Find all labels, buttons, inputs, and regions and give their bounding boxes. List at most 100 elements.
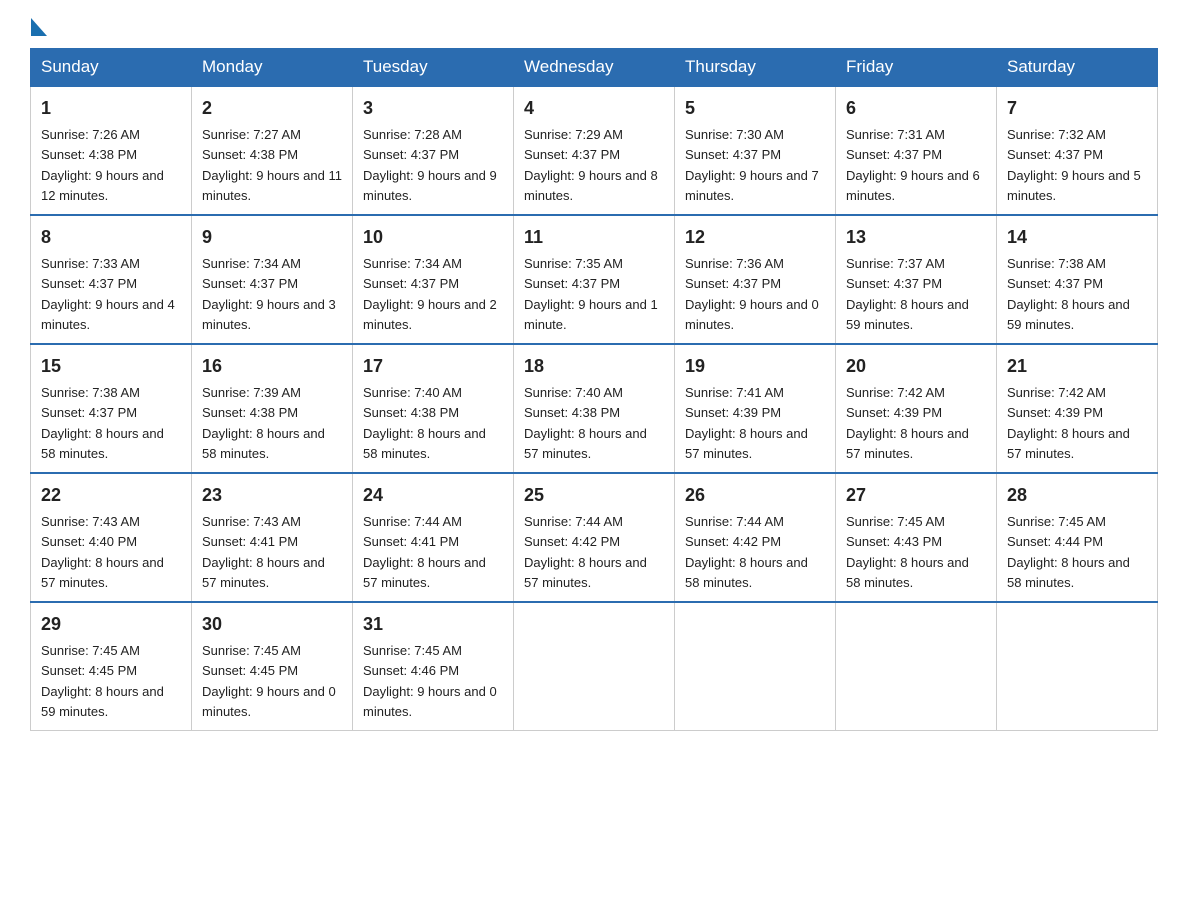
calendar-cell: 10 Sunrise: 7:34 AMSunset: 4:37 PMDaylig… xyxy=(353,215,514,344)
calendar-table: SundayMondayTuesdayWednesdayThursdayFrid… xyxy=(30,48,1158,731)
weekday-header-wednesday: Wednesday xyxy=(514,49,675,87)
day-info: Sunrise: 7:45 AMSunset: 4:44 PMDaylight:… xyxy=(1007,514,1130,590)
day-number: 27 xyxy=(846,482,986,509)
day-info: Sunrise: 7:33 AMSunset: 4:37 PMDaylight:… xyxy=(41,256,175,332)
day-info: Sunrise: 7:29 AMSunset: 4:37 PMDaylight:… xyxy=(524,127,658,203)
day-number: 26 xyxy=(685,482,825,509)
calendar-week-row: 8 Sunrise: 7:33 AMSunset: 4:37 PMDayligh… xyxy=(31,215,1158,344)
calendar-cell: 1 Sunrise: 7:26 AMSunset: 4:38 PMDayligh… xyxy=(31,86,192,215)
day-info: Sunrise: 7:44 AMSunset: 4:42 PMDaylight:… xyxy=(685,514,808,590)
page-header xyxy=(30,20,1158,38)
calendar-cell xyxy=(997,602,1158,731)
day-info: Sunrise: 7:42 AMSunset: 4:39 PMDaylight:… xyxy=(846,385,969,461)
weekday-header-row: SundayMondayTuesdayWednesdayThursdayFrid… xyxy=(31,49,1158,87)
calendar-cell: 16 Sunrise: 7:39 AMSunset: 4:38 PMDaylig… xyxy=(192,344,353,473)
day-number: 5 xyxy=(685,95,825,122)
day-info: Sunrise: 7:27 AMSunset: 4:38 PMDaylight:… xyxy=(202,127,342,203)
day-number: 18 xyxy=(524,353,664,380)
calendar-cell: 21 Sunrise: 7:42 AMSunset: 4:39 PMDaylig… xyxy=(997,344,1158,473)
day-info: Sunrise: 7:45 AMSunset: 4:46 PMDaylight:… xyxy=(363,643,497,719)
day-info: Sunrise: 7:45 AMSunset: 4:43 PMDaylight:… xyxy=(846,514,969,590)
day-number: 8 xyxy=(41,224,181,251)
calendar-cell: 4 Sunrise: 7:29 AMSunset: 4:37 PMDayligh… xyxy=(514,86,675,215)
day-info: Sunrise: 7:34 AMSunset: 4:37 PMDaylight:… xyxy=(202,256,336,332)
day-number: 30 xyxy=(202,611,342,638)
day-number: 28 xyxy=(1007,482,1147,509)
day-number: 31 xyxy=(363,611,503,638)
day-info: Sunrise: 7:38 AMSunset: 4:37 PMDaylight:… xyxy=(1007,256,1130,332)
day-info: Sunrise: 7:44 AMSunset: 4:42 PMDaylight:… xyxy=(524,514,647,590)
calendar-week-row: 29 Sunrise: 7:45 AMSunset: 4:45 PMDaylig… xyxy=(31,602,1158,731)
day-info: Sunrise: 7:40 AMSunset: 4:38 PMDaylight:… xyxy=(524,385,647,461)
day-info: Sunrise: 7:45 AMSunset: 4:45 PMDaylight:… xyxy=(41,643,164,719)
calendar-cell: 14 Sunrise: 7:38 AMSunset: 4:37 PMDaylig… xyxy=(997,215,1158,344)
calendar-week-row: 15 Sunrise: 7:38 AMSunset: 4:37 PMDaylig… xyxy=(31,344,1158,473)
day-number: 20 xyxy=(846,353,986,380)
calendar-cell xyxy=(514,602,675,731)
calendar-cell: 28 Sunrise: 7:45 AMSunset: 4:44 PMDaylig… xyxy=(997,473,1158,602)
day-number: 12 xyxy=(685,224,825,251)
calendar-cell: 6 Sunrise: 7:31 AMSunset: 4:37 PMDayligh… xyxy=(836,86,997,215)
calendar-cell: 20 Sunrise: 7:42 AMSunset: 4:39 PMDaylig… xyxy=(836,344,997,473)
calendar-cell: 26 Sunrise: 7:44 AMSunset: 4:42 PMDaylig… xyxy=(675,473,836,602)
day-number: 15 xyxy=(41,353,181,380)
day-info: Sunrise: 7:28 AMSunset: 4:37 PMDaylight:… xyxy=(363,127,497,203)
calendar-cell: 8 Sunrise: 7:33 AMSunset: 4:37 PMDayligh… xyxy=(31,215,192,344)
logo xyxy=(30,20,47,38)
calendar-cell: 3 Sunrise: 7:28 AMSunset: 4:37 PMDayligh… xyxy=(353,86,514,215)
calendar-cell: 12 Sunrise: 7:36 AMSunset: 4:37 PMDaylig… xyxy=(675,215,836,344)
weekday-header-saturday: Saturday xyxy=(997,49,1158,87)
day-number: 13 xyxy=(846,224,986,251)
day-info: Sunrise: 7:34 AMSunset: 4:37 PMDaylight:… xyxy=(363,256,497,332)
day-number: 11 xyxy=(524,224,664,251)
weekday-header-thursday: Thursday xyxy=(675,49,836,87)
day-number: 21 xyxy=(1007,353,1147,380)
day-info: Sunrise: 7:38 AMSunset: 4:37 PMDaylight:… xyxy=(41,385,164,461)
calendar-week-row: 22 Sunrise: 7:43 AMSunset: 4:40 PMDaylig… xyxy=(31,473,1158,602)
calendar-cell: 9 Sunrise: 7:34 AMSunset: 4:37 PMDayligh… xyxy=(192,215,353,344)
day-info: Sunrise: 7:39 AMSunset: 4:38 PMDaylight:… xyxy=(202,385,325,461)
calendar-cell: 30 Sunrise: 7:45 AMSunset: 4:45 PMDaylig… xyxy=(192,602,353,731)
day-info: Sunrise: 7:30 AMSunset: 4:37 PMDaylight:… xyxy=(685,127,819,203)
calendar-week-row: 1 Sunrise: 7:26 AMSunset: 4:38 PMDayligh… xyxy=(31,86,1158,215)
day-number: 29 xyxy=(41,611,181,638)
day-number: 16 xyxy=(202,353,342,380)
day-info: Sunrise: 7:42 AMSunset: 4:39 PMDaylight:… xyxy=(1007,385,1130,461)
weekday-header-sunday: Sunday xyxy=(31,49,192,87)
calendar-cell: 25 Sunrise: 7:44 AMSunset: 4:42 PMDaylig… xyxy=(514,473,675,602)
weekday-header-friday: Friday xyxy=(836,49,997,87)
day-number: 24 xyxy=(363,482,503,509)
day-info: Sunrise: 7:43 AMSunset: 4:41 PMDaylight:… xyxy=(202,514,325,590)
day-info: Sunrise: 7:31 AMSunset: 4:37 PMDaylight:… xyxy=(846,127,980,203)
calendar-cell: 31 Sunrise: 7:45 AMSunset: 4:46 PMDaylig… xyxy=(353,602,514,731)
day-number: 7 xyxy=(1007,95,1147,122)
day-number: 1 xyxy=(41,95,181,122)
day-info: Sunrise: 7:36 AMSunset: 4:37 PMDaylight:… xyxy=(685,256,819,332)
calendar-cell: 24 Sunrise: 7:44 AMSunset: 4:41 PMDaylig… xyxy=(353,473,514,602)
calendar-cell: 2 Sunrise: 7:27 AMSunset: 4:38 PMDayligh… xyxy=(192,86,353,215)
calendar-cell xyxy=(836,602,997,731)
day-number: 19 xyxy=(685,353,825,380)
day-info: Sunrise: 7:26 AMSunset: 4:38 PMDaylight:… xyxy=(41,127,164,203)
weekday-header-tuesday: Tuesday xyxy=(353,49,514,87)
calendar-cell: 15 Sunrise: 7:38 AMSunset: 4:37 PMDaylig… xyxy=(31,344,192,473)
calendar-cell: 17 Sunrise: 7:40 AMSunset: 4:38 PMDaylig… xyxy=(353,344,514,473)
day-number: 23 xyxy=(202,482,342,509)
calendar-cell: 22 Sunrise: 7:43 AMSunset: 4:40 PMDaylig… xyxy=(31,473,192,602)
calendar-cell: 13 Sunrise: 7:37 AMSunset: 4:37 PMDaylig… xyxy=(836,215,997,344)
weekday-header-monday: Monday xyxy=(192,49,353,87)
day-info: Sunrise: 7:37 AMSunset: 4:37 PMDaylight:… xyxy=(846,256,969,332)
calendar-cell: 19 Sunrise: 7:41 AMSunset: 4:39 PMDaylig… xyxy=(675,344,836,473)
calendar-cell: 18 Sunrise: 7:40 AMSunset: 4:38 PMDaylig… xyxy=(514,344,675,473)
day-number: 25 xyxy=(524,482,664,509)
calendar-cell xyxy=(675,602,836,731)
day-number: 14 xyxy=(1007,224,1147,251)
day-info: Sunrise: 7:45 AMSunset: 4:45 PMDaylight:… xyxy=(202,643,336,719)
day-number: 2 xyxy=(202,95,342,122)
day-info: Sunrise: 7:44 AMSunset: 4:41 PMDaylight:… xyxy=(363,514,486,590)
day-info: Sunrise: 7:41 AMSunset: 4:39 PMDaylight:… xyxy=(685,385,808,461)
calendar-cell: 27 Sunrise: 7:45 AMSunset: 4:43 PMDaylig… xyxy=(836,473,997,602)
day-number: 10 xyxy=(363,224,503,251)
day-info: Sunrise: 7:32 AMSunset: 4:37 PMDaylight:… xyxy=(1007,127,1141,203)
calendar-cell: 5 Sunrise: 7:30 AMSunset: 4:37 PMDayligh… xyxy=(675,86,836,215)
